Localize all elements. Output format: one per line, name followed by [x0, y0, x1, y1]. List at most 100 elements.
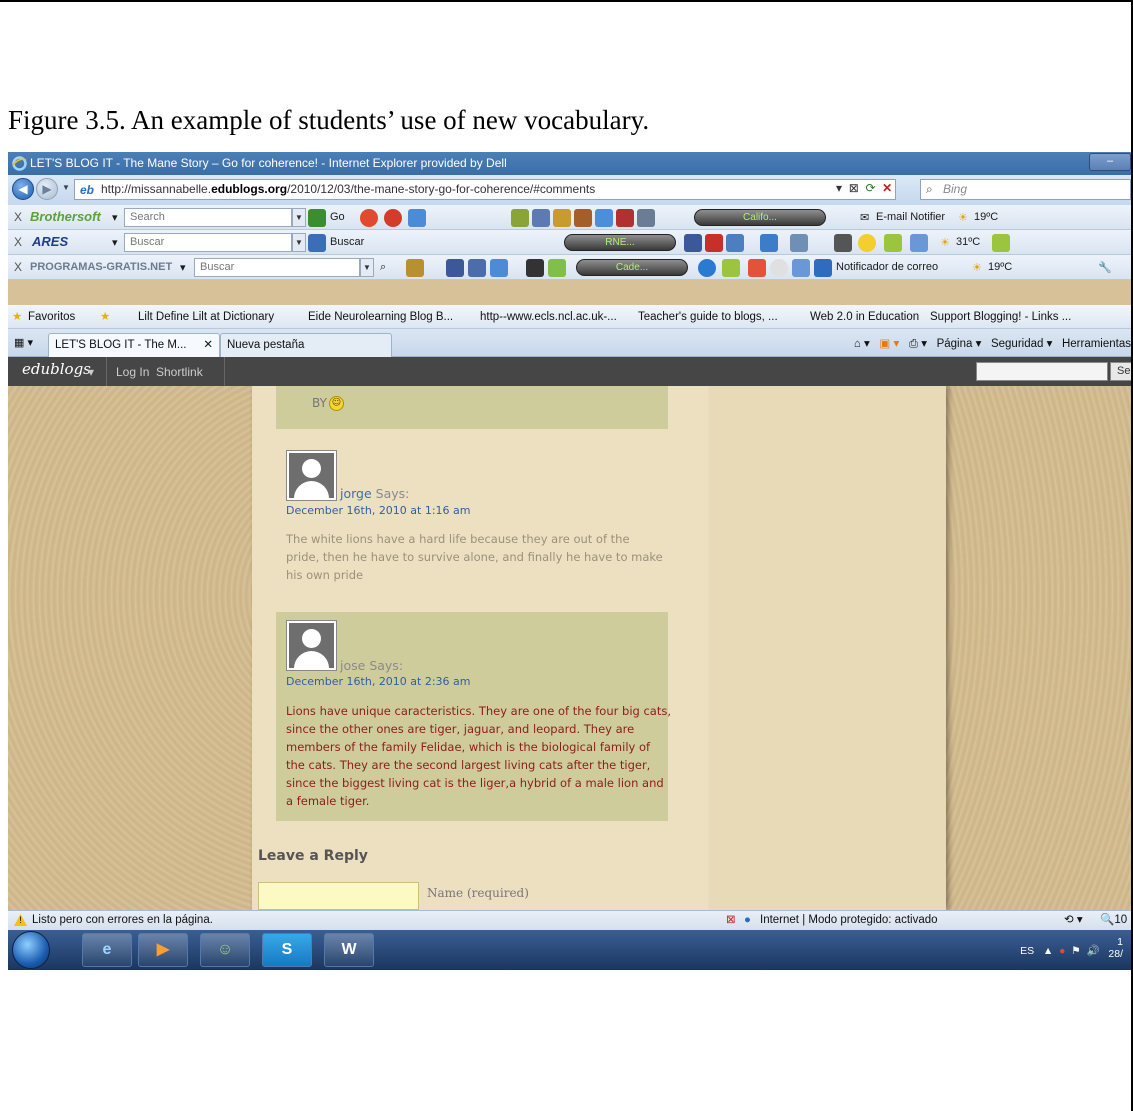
compatibility-icon[interactable]: ⊠ — [849, 181, 859, 195]
minimize-button[interactable]: – — [1089, 153, 1131, 171]
app-icon[interactable] — [532, 209, 550, 227]
favorite-link[interactable]: Lilt Define Lilt at Dictionary — [138, 305, 274, 329]
status-message[interactable]: Listo pero con errores en la página. — [32, 911, 213, 930]
favorite-link[interactable]: Eide Neurolearning Blog B... — [308, 305, 453, 329]
word-icon[interactable]: W — [324, 933, 374, 967]
app-icon[interactable] — [770, 259, 788, 277]
wrench-icon[interactable]: 🔧 — [1098, 261, 1112, 274]
close-icon[interactable]: ✕ — [203, 334, 213, 356]
security-zone[interactable]: Internet | Modo protegido: activado — [760, 911, 938, 930]
home-icon[interactable]: ⌂ ▾ — [854, 338, 870, 350]
network-icon[interactable]: ● — [1059, 945, 1065, 957]
email-notifier-button[interactable]: E-mail Notifier — [876, 211, 945, 223]
app-icon[interactable] — [595, 209, 613, 227]
chevron-down-icon[interactable]: ▼ — [292, 233, 306, 252]
youtube-icon[interactable] — [616, 209, 634, 227]
start-button[interactable] — [12, 931, 50, 969]
app-icon[interactable] — [760, 234, 778, 252]
favorite-link[interactable]: Support Blogging! - Links ... — [930, 305, 1071, 329]
feeds-icon[interactable]: ▣ ▾ — [879, 338, 899, 350]
media-player-icon[interactable]: ▶ — [138, 933, 188, 967]
smiley-icon[interactable] — [858, 234, 876, 252]
chevron-down-icon[interactable]: ▼ — [360, 258, 374, 277]
radio-player[interactable]: Cade... — [576, 259, 688, 276]
forward-button[interactable]: ▶ — [36, 178, 58, 200]
skype-icon[interactable]: S — [262, 933, 312, 967]
email-icon[interactable] — [814, 259, 832, 277]
mail-notifier-button[interactable]: Notificador de correo — [836, 261, 938, 273]
quick-tabs-icon[interactable]: ▦ ▾ — [14, 336, 33, 349]
page-menu[interactable]: Página — [937, 338, 973, 350]
comment-author-link[interactable]: jorge — [340, 486, 372, 501]
edublogs-logo[interactable]: edublogs — [22, 360, 91, 378]
flag-icon[interactable]: ⚑ — [1071, 945, 1080, 957]
refresh-icon[interactable]: ⟳ — [865, 181, 875, 195]
language-indicator[interactable]: ES — [1020, 945, 1034, 957]
protected-mode-icon[interactable]: ⟲ ▾ — [1064, 911, 1083, 930]
login-link[interactable]: Log In — [116, 365, 149, 379]
close-icon[interactable]: X — [14, 210, 22, 224]
messenger-icon[interactable]: ☺ — [200, 933, 250, 967]
shield-icon[interactable] — [408, 209, 426, 227]
app-icon[interactable] — [511, 209, 529, 227]
app-icon[interactable] — [574, 209, 592, 227]
app-icon[interactable] — [884, 234, 902, 252]
angry-bird-icon[interactable] — [384, 209, 402, 227]
app-icon[interactable] — [834, 234, 852, 252]
address-input[interactable]: eb http://missannabelle.edublogs.org/201… — [74, 179, 896, 200]
facebook-icon[interactable] — [446, 259, 464, 277]
app-icon[interactable] — [468, 259, 486, 277]
app-icon[interactable] — [748, 259, 766, 277]
app-icon[interactable] — [792, 259, 810, 277]
show-hidden-icons[interactable]: ▲ — [1043, 945, 1053, 957]
radio-player[interactable]: RNE... — [564, 234, 676, 251]
app-icon[interactable] — [548, 259, 566, 277]
chevron-down-icon[interactable]: ▼ — [292, 208, 306, 227]
edublogs-search-button[interactable]: Se — [1110, 362, 1131, 381]
app-icon[interactable] — [553, 209, 571, 227]
warning-icon[interactable]: ! — [14, 911, 27, 930]
search-icon[interactable] — [308, 234, 326, 252]
app-icon[interactable] — [406, 259, 424, 277]
add-favorite-icon[interactable]: ★ — [100, 305, 110, 329]
tab-lets-blog-it[interactable]: LET'S BLOG IT - The M... ✕ — [48, 333, 220, 357]
ares-search-input[interactable]: Buscar — [124, 233, 292, 252]
favorites-button[interactable]: Favoritos — [28, 305, 75, 329]
shortlink-link[interactable]: Shortlink — [156, 365, 203, 379]
favorite-link[interactable]: Web 2.0 in Education — [810, 305, 919, 329]
app-icon[interactable] — [526, 259, 544, 277]
app-icon[interactable] — [490, 259, 508, 277]
search-icon[interactable]: ⌕ — [380, 261, 386, 274]
internet-explorer-icon[interactable]: e — [82, 933, 132, 967]
radio-player[interactable]: Califo... — [694, 209, 826, 226]
favorite-link[interactable]: Teacher's guide to blogs, ... — [638, 305, 778, 329]
blocked-icon[interactable]: ⊠ — [726, 911, 736, 930]
app-icon[interactable] — [722, 259, 740, 277]
ares-search-button[interactable]: Buscar — [330, 236, 364, 248]
search-icon[interactable] — [308, 209, 326, 227]
app-icon[interactable] — [698, 259, 716, 277]
print-icon[interactable]: ⎙ ▾ — [909, 338, 927, 350]
programas-search-input[interactable]: Buscar — [194, 258, 360, 277]
dropdown-icon[interactable]: ▾ — [112, 211, 118, 224]
zoom-level[interactable]: 🔍10 — [1100, 911, 1127, 930]
bing-search-input[interactable]: ⌕ Bing — [920, 179, 1131, 200]
comment-date-link[interactable]: December 16th, 2010 at 1:16 am — [286, 504, 471, 517]
favorites-star-icon[interactable]: ★ — [12, 305, 22, 329]
help-icon[interactable] — [910, 234, 928, 252]
favorite-link[interactable]: http--www.ecls.ncl.ac.uk-... — [480, 305, 617, 329]
email-icon[interactable]: ✉ — [860, 211, 869, 224]
clock[interactable]: 1 28/ — [1108, 936, 1123, 960]
volume-icon[interactable]: 🔊 — [1087, 945, 1100, 957]
dropdown-icon[interactable]: ▾ — [836, 181, 842, 195]
logo-dropdown-icon[interactable]: ▾ — [88, 365, 94, 379]
app-icon[interactable] — [992, 234, 1010, 252]
edublogs-search-input[interactable] — [976, 362, 1108, 381]
back-button[interactable]: ◀ — [12, 178, 34, 200]
close-icon[interactable]: X — [14, 260, 22, 274]
close-icon[interactable]: X — [14, 235, 22, 249]
history-dropdown-icon[interactable]: ▼ — [62, 183, 70, 192]
dropdown-icon[interactable]: ▾ — [112, 236, 118, 249]
facebook-icon[interactable] — [684, 234, 702, 252]
app-icon[interactable] — [790, 234, 808, 252]
